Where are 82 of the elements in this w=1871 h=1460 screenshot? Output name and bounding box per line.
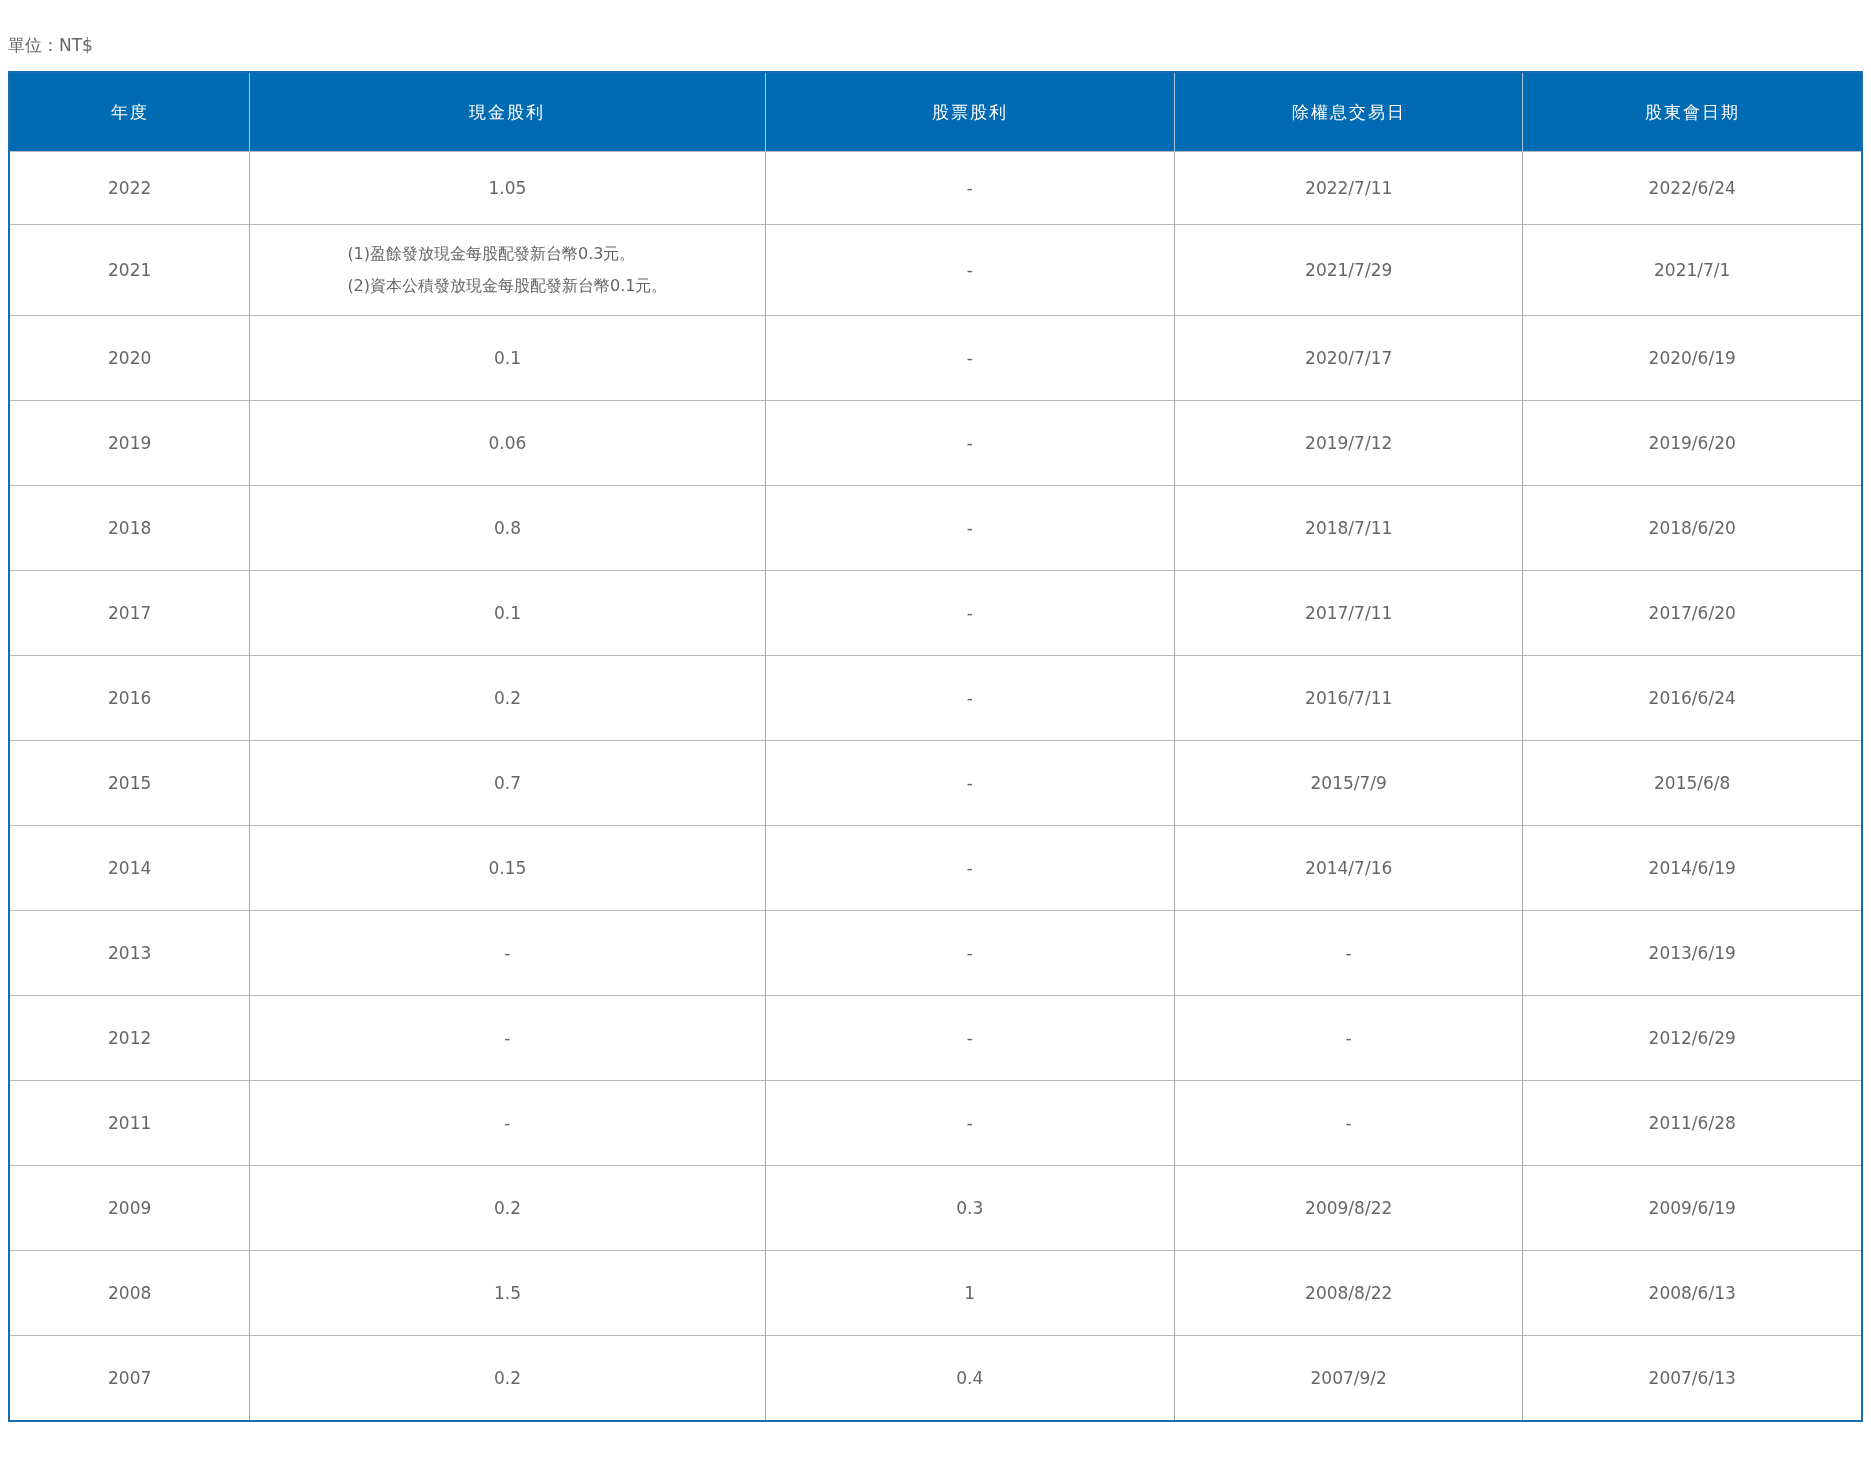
table-cell: 2009/8/22: [1174, 1165, 1523, 1251]
table-cell: -: [765, 740, 1175, 826]
table-cell: -: [1174, 995, 1523, 1081]
table-cell: 2007: [9, 1335, 250, 1421]
table-cell: 2018/6/20: [1522, 485, 1862, 571]
table-cell: 0.8: [249, 485, 765, 571]
table-cell: -: [765, 224, 1175, 316]
column-header: 年度: [9, 72, 250, 152]
table-cell: 0.1: [249, 570, 765, 656]
table-cell: 2021/7/1: [1522, 224, 1862, 316]
table-cell: 2016: [9, 655, 250, 741]
table-cell: 2007/9/2: [1174, 1335, 1523, 1421]
table-cell: 1.5: [249, 1250, 765, 1336]
table-cell: 2015/7/9: [1174, 740, 1523, 826]
unit-label: 單位：NT$: [8, 34, 93, 57]
table-cell: 0.2: [249, 1335, 765, 1421]
table-cell: 2008/8/22: [1174, 1250, 1523, 1336]
table-cell: 0.3: [765, 1165, 1175, 1251]
column-header: 現金股利: [249, 72, 765, 152]
table-cell: 2018: [9, 485, 250, 571]
table-cell: -: [765, 485, 1175, 571]
table-cell: 2018/7/11: [1174, 485, 1523, 571]
table-cell: 2022/6/24: [1522, 151, 1862, 225]
table-cell: -: [765, 825, 1175, 911]
table-cell: -: [765, 570, 1175, 656]
table-cell: 2020: [9, 315, 250, 401]
table-cell-line: (1)盈餘發放現金每股配發新台幣0.3元。: [347, 243, 637, 265]
table-cell: 2016/7/11: [1174, 655, 1523, 741]
table-cell: 0.2: [249, 655, 765, 741]
table-cell: 2017/7/11: [1174, 570, 1523, 656]
table-cell: 0.4: [765, 1335, 1175, 1421]
table-cell: 2012: [9, 995, 250, 1081]
table-cell: -: [765, 151, 1175, 225]
table-cell: -: [1174, 910, 1523, 996]
table-cell: 2008/6/13: [1522, 1250, 1862, 1336]
table-cell: 1: [765, 1250, 1175, 1336]
table-cell: 0.15: [249, 825, 765, 911]
column-header: 除權息交易日: [1174, 72, 1523, 152]
table-cell: 2007/6/13: [1522, 1335, 1862, 1421]
table-cell: 2014/6/19: [1522, 825, 1862, 911]
table-cell: -: [249, 910, 765, 996]
table-cell: -: [765, 315, 1175, 401]
table-cell: 2013/6/19: [1522, 910, 1862, 996]
table-cell: 2020/6/19: [1522, 315, 1862, 401]
table-cell: 2012/6/29: [1522, 995, 1862, 1081]
table-cell: -: [765, 400, 1175, 486]
table-cell: 2021/7/29: [1174, 224, 1523, 316]
table-cell: 2019/7/12: [1174, 400, 1523, 486]
table-cell: 2009/6/19: [1522, 1165, 1862, 1251]
table-cell: 0.2: [249, 1165, 765, 1251]
table-cell: 2014/7/16: [1174, 825, 1523, 911]
table-cell: 2009: [9, 1165, 250, 1251]
table-cell: -: [765, 910, 1175, 996]
table-cell: 2017/6/20: [1522, 570, 1862, 656]
table-cell: -: [249, 1080, 765, 1166]
table-cell: 2015/6/8: [1522, 740, 1862, 826]
table-cell: 2020/7/17: [1174, 315, 1523, 401]
table-cell: 2011: [9, 1080, 250, 1166]
table-cell: 0.06: [249, 400, 765, 486]
column-header: 股東會日期: [1522, 72, 1862, 152]
table-cell: 2022/7/11: [1174, 151, 1523, 225]
table-cell: 2019: [9, 400, 250, 486]
table-cell: 2011/6/28: [1522, 1080, 1862, 1166]
table-cell: 2017: [9, 570, 250, 656]
table-cell: 2014: [9, 825, 250, 911]
table-cell: -: [1174, 1080, 1523, 1166]
column-header: 股票股利: [765, 72, 1175, 152]
table-cell: 2008: [9, 1250, 250, 1336]
table-cell: 2019/6/20: [1522, 400, 1862, 486]
table-cell: 2022: [9, 151, 250, 225]
table-cell: 2021: [9, 224, 250, 316]
table-cell: 0.1: [249, 315, 765, 401]
table-cell: -: [765, 995, 1175, 1081]
table-cell: -: [249, 995, 765, 1081]
table-cell: 1.05: [249, 151, 765, 225]
table-cell: -: [765, 1080, 1175, 1166]
table-cell: 2013: [9, 910, 250, 996]
table-cell: -: [765, 655, 1175, 741]
table-cell-line: (2)資本公積發放現金每股配發新台幣0.1元。: [347, 275, 668, 297]
table-cell: 2015: [9, 740, 250, 826]
table-cell: 0.7: [249, 740, 765, 826]
table-cell: 2016/6/24: [1522, 655, 1862, 741]
